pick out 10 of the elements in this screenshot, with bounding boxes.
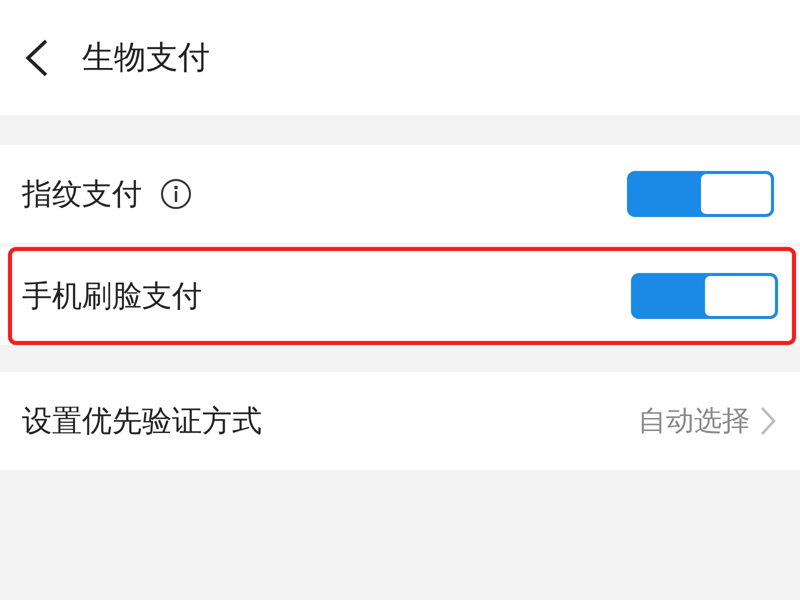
chevron-right-icon — [760, 406, 776, 436]
setting-value: 自动选择 — [638, 403, 750, 439]
setting-label: 设置优先验证方式 — [22, 402, 262, 440]
toggle-switch[interactable] — [627, 171, 774, 217]
setting-label: 手机刷脸支付 — [22, 278, 202, 316]
settings-row[interactable]: 设置优先验证方式 自动选择 — [0, 372, 800, 470]
setting-label: 指纹支付 — [22, 176, 142, 214]
page-title: 生物支付 — [82, 36, 210, 78]
info-icon[interactable] — [160, 178, 192, 210]
toggle-switch[interactable] — [631, 273, 778, 319]
